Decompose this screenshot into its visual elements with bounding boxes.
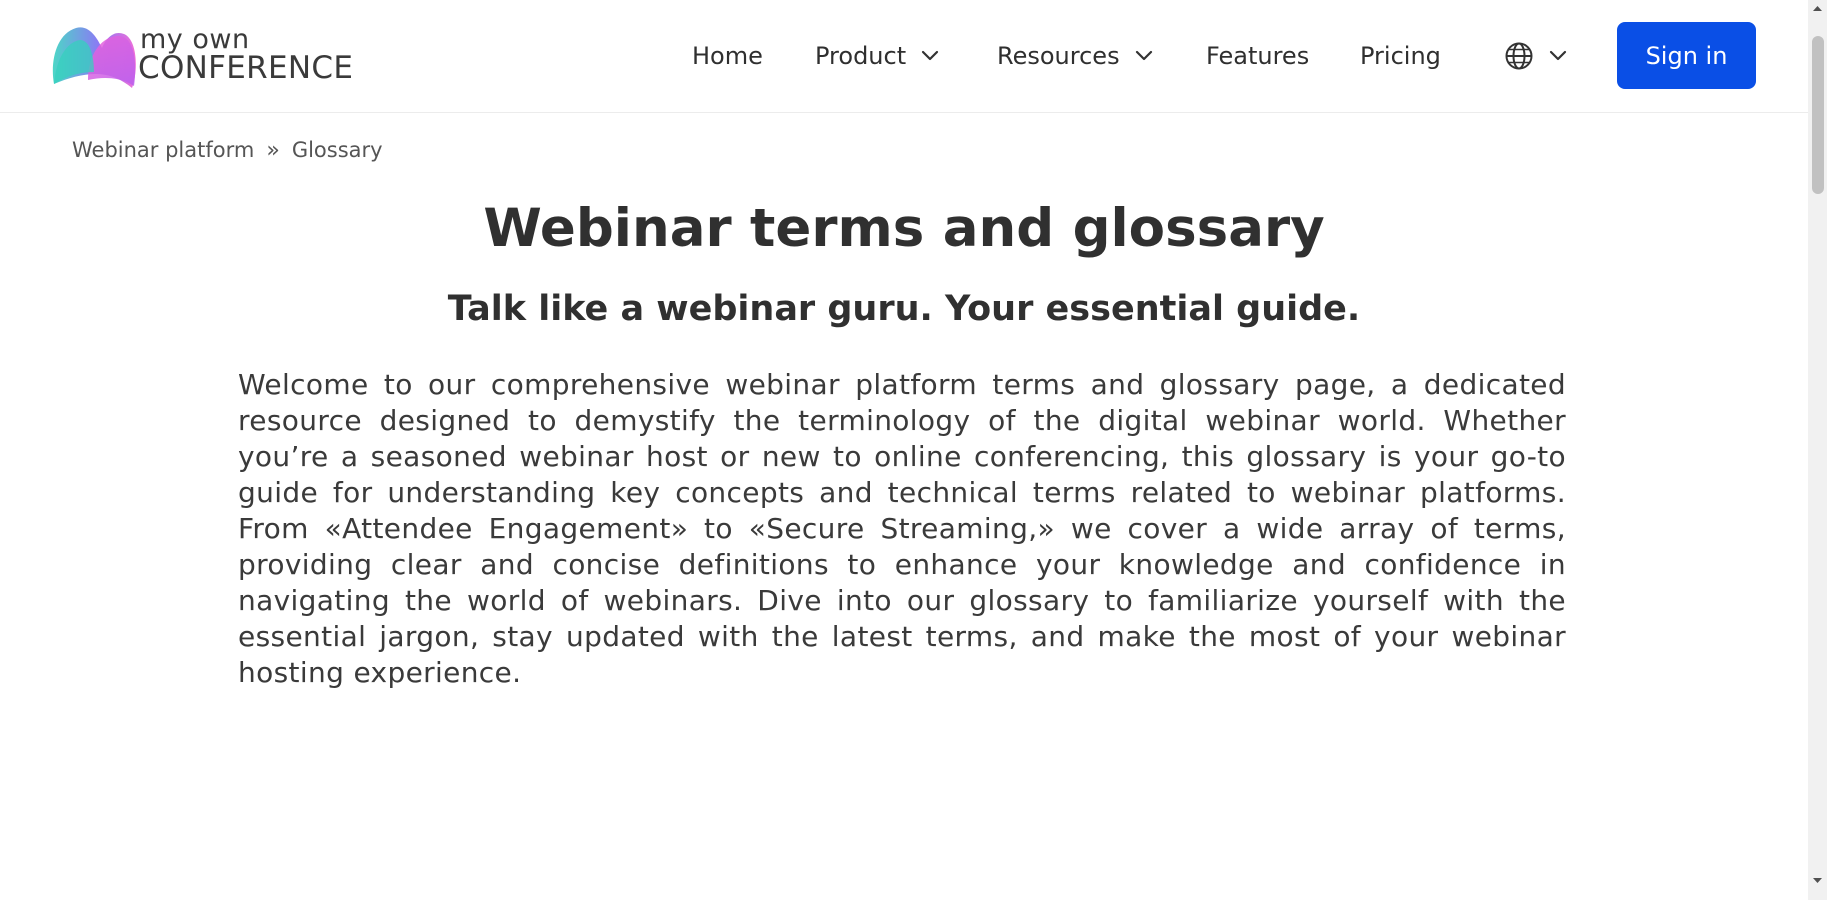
brand-logo[interactable]: my own CONFERENCE xyxy=(50,22,360,94)
chevron-down-icon xyxy=(922,50,939,61)
chevron-down-icon xyxy=(1135,50,1152,61)
intro-paragraph: Welcome to our comprehensive webinar pla… xyxy=(238,368,1566,689)
breadcrumb: Webinar platform » Glossary xyxy=(72,136,383,164)
site-header: my own CONFERENCE Home Product Resources xyxy=(0,0,1808,113)
globe-icon xyxy=(1505,42,1533,70)
nav-features-label: Features xyxy=(1206,42,1310,70)
vertical-scrollbar[interactable] xyxy=(1808,0,1827,900)
scroll-up-arrow-icon[interactable] xyxy=(1808,0,1827,17)
page-subtitle: Talk like a webinar guru. Your essential… xyxy=(447,289,1361,329)
nav-features[interactable]: Features xyxy=(1206,38,1309,74)
nav-pricing-label: Pricing xyxy=(1360,42,1441,70)
language-selector[interactable] xyxy=(1504,39,1576,73)
nav-home[interactable]: Home xyxy=(692,38,763,74)
page-title: Webinar terms and glossary xyxy=(483,198,1325,259)
nav-product-label: Product xyxy=(815,42,907,70)
breadcrumb-separator: » xyxy=(266,137,280,163)
chevron-down-icon xyxy=(1549,50,1567,61)
scrollbar-thumb[interactable] xyxy=(1812,36,1824,194)
sign-in-button[interactable]: Sign in xyxy=(1617,22,1756,89)
scroll-down-arrow-icon[interactable] xyxy=(1808,872,1827,889)
page: my own CONFERENCE Home Product Resources xyxy=(0,0,1827,900)
brand-name-line2: CONFERENCE xyxy=(138,50,354,86)
nav-home-label: Home xyxy=(692,42,763,70)
nav-resources-label: Resources xyxy=(997,42,1120,70)
nav-product[interactable]: Product xyxy=(815,38,940,74)
breadcrumb-item-webinar-platform[interactable]: Webinar platform xyxy=(72,138,254,162)
breadcrumb-item-glossary: Glossary xyxy=(291,138,383,162)
nav-pricing[interactable]: Pricing xyxy=(1360,38,1441,74)
nav-resources[interactable]: Resources xyxy=(997,38,1154,74)
logo-icon xyxy=(52,27,136,88)
